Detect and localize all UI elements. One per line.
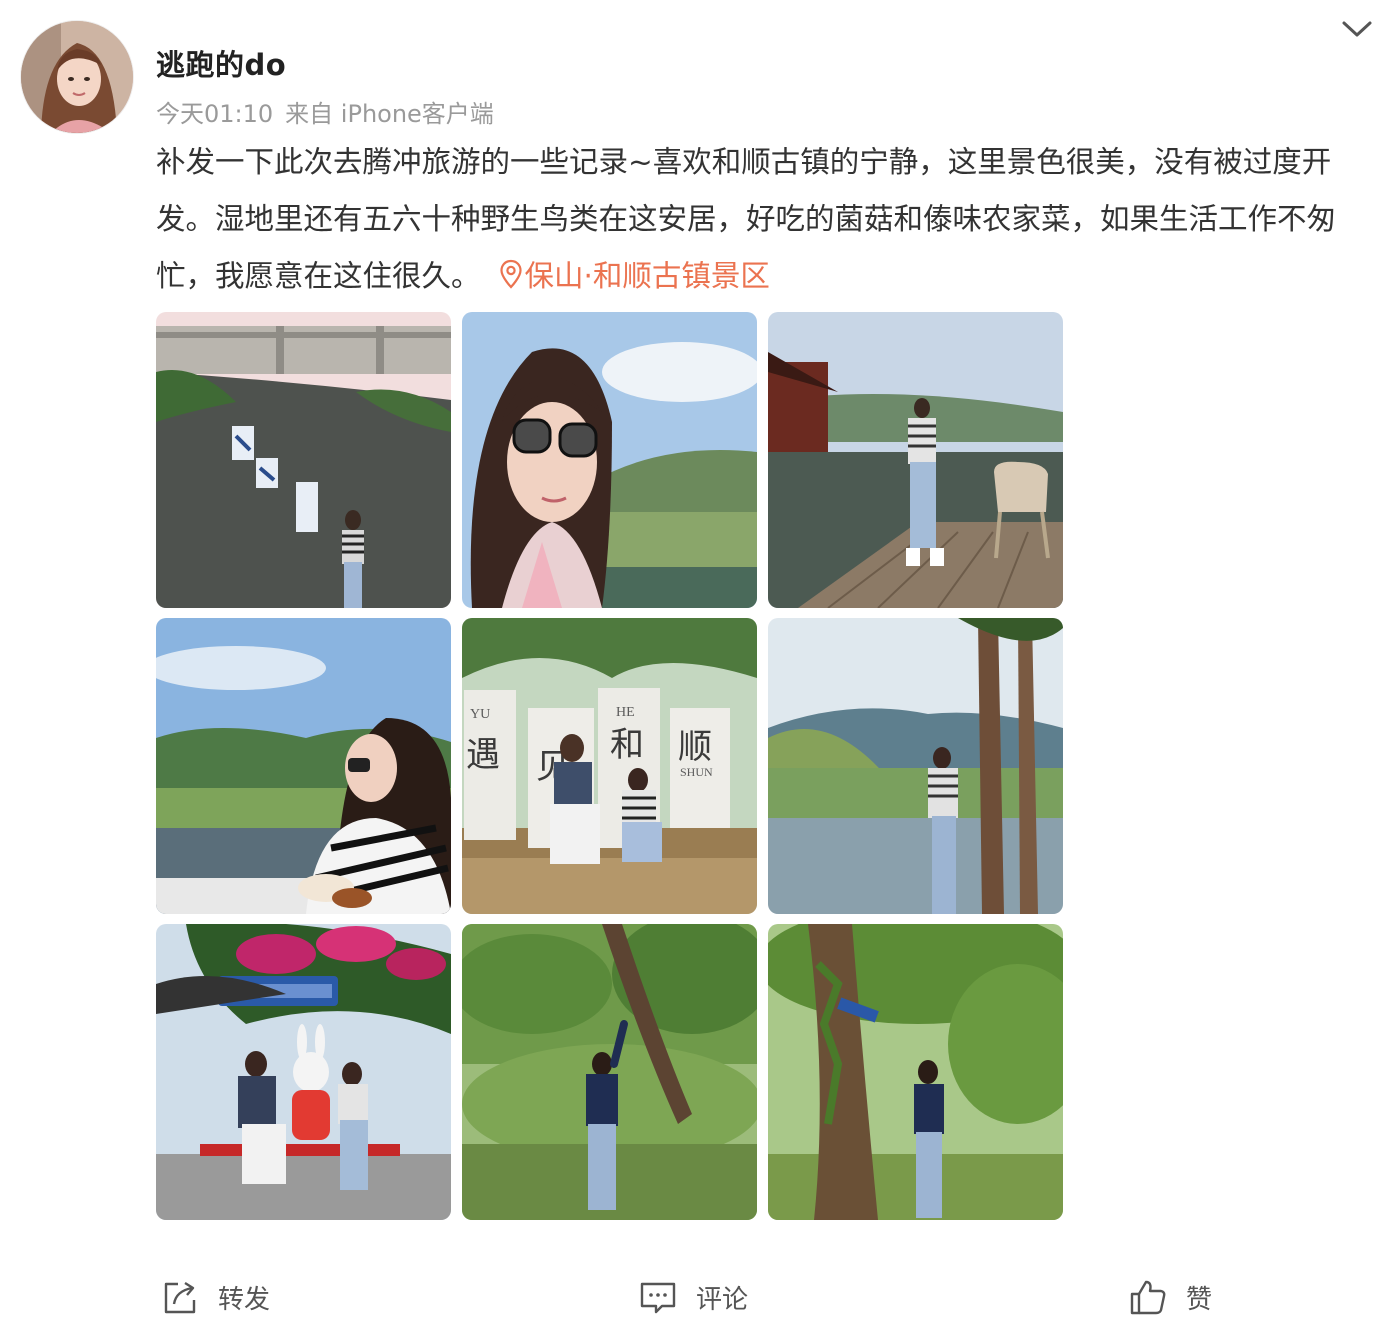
user-avatar[interactable] xyxy=(20,20,134,134)
repost-label: 转发 xyxy=(218,1284,271,1315)
comment-button[interactable]: 评论 xyxy=(638,1262,748,1332)
photo-lakeside-snack[interactable] xyxy=(156,618,451,914)
photo-forest-pose[interactable] xyxy=(462,924,757,1220)
share-icon xyxy=(164,1281,196,1314)
photo-river-trees[interactable] xyxy=(768,618,1063,914)
photo-banner-couple[interactable]: YU 遇 见 HE 和 顺 SHUN xyxy=(462,618,757,914)
weibo-post: 逃跑的do 今天01:10 来自 iPhone客户端 补发一下此次去腾冲旅游的一些… xyxy=(0,0,1386,1342)
repost-button[interactable]: 转发 xyxy=(160,1262,270,1332)
banner-he-char: 和 xyxy=(610,725,644,765)
comment-label: 评论 xyxy=(696,1284,749,1315)
banner-he-pinyin: HE xyxy=(616,705,635,720)
photo-cafe-rabbit[interactable] xyxy=(156,924,451,1220)
banner-shun-pinyin: SHUN xyxy=(680,765,713,779)
banner-shun-char: 顺 xyxy=(678,727,712,767)
comment-icon xyxy=(640,1282,676,1314)
chevron-down-icon[interactable] xyxy=(1340,16,1374,42)
thumbs-up-icon xyxy=(1130,1280,1166,1315)
location-link[interactable]: 保山·和顺古镇景区 xyxy=(499,259,770,293)
photo-grid: YU 遇 见 HE 和 顺 SHUN xyxy=(156,312,1063,1220)
username[interactable]: 逃跑的do xyxy=(156,42,286,84)
post-meta: 今天01:10 来自 iPhone客户端 xyxy=(156,94,494,129)
like-label: 赞 xyxy=(1186,1284,1213,1315)
post-time[interactable]: 今天01:10 xyxy=(156,100,273,128)
photo-wooden-pier[interactable] xyxy=(768,312,1063,608)
banner-yu-pinyin: YU xyxy=(470,707,490,722)
location-pin-icon xyxy=(499,259,522,289)
photo-tree-path[interactable] xyxy=(768,924,1063,1220)
banner-yu-char: 遇 xyxy=(466,735,500,775)
post-content: 补发一下此次去腾冲旅游的一些记录~喜欢和顺古镇的宁静，这里景色很美，没有被过度开… xyxy=(156,134,1361,305)
location-label: 保山·和顺古镇景区 xyxy=(524,259,770,293)
action-toolbar: 转发 评论 赞 xyxy=(0,1262,1386,1332)
post-source: 来自 iPhone客户端 xyxy=(285,100,494,128)
like-button[interactable]: 赞 xyxy=(1128,1262,1212,1332)
photo-selfie-glasses[interactable] xyxy=(462,312,757,608)
photo-stone-wall[interactable] xyxy=(156,312,451,608)
